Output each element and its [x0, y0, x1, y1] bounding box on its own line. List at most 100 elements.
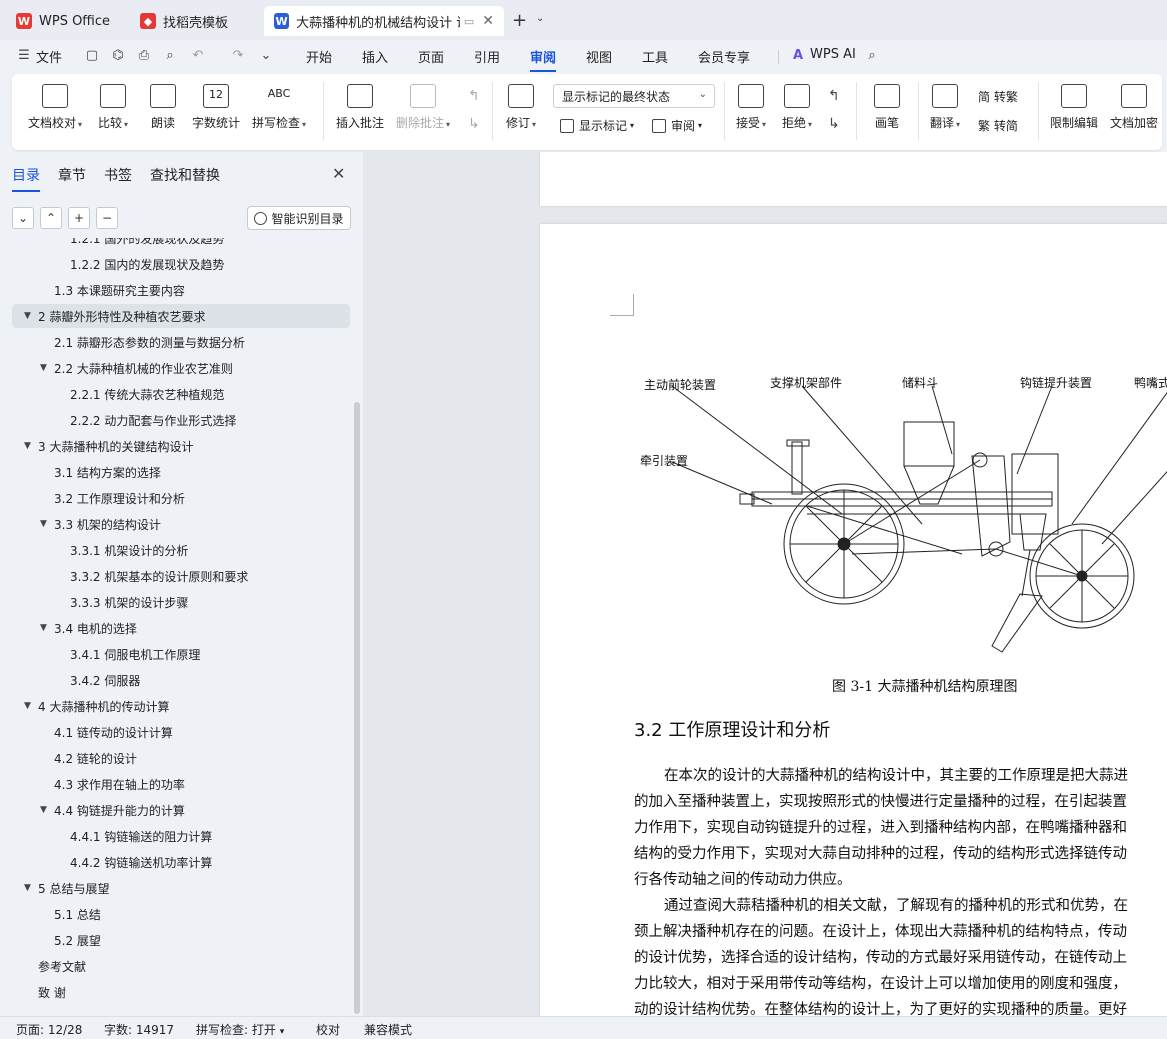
toc-item[interactable]: 5.2 展望: [12, 928, 350, 952]
expand-arrow-icon[interactable]: ▼: [40, 805, 47, 815]
restrict-edit-button[interactable]: 限制编辑: [1050, 84, 1098, 131]
reject-button[interactable]: 拒绝 ▾: [782, 84, 812, 131]
menu-reference[interactable]: 引用: [474, 47, 500, 66]
toc-item[interactable]: 1.2.2 国内的发展现状及趋势: [12, 252, 350, 276]
remove-heading-button[interactable]: −: [96, 207, 118, 229]
toc-item[interactable]: ▼ 4.4 钩链提升能力的计算: [12, 798, 350, 822]
toc-item[interactable]: ▼ 2.2 大蒜种植机械的作业农艺准则: [12, 356, 350, 380]
page-indicator[interactable]: 页面: 12/28: [16, 1021, 82, 1038]
hamburger-icon[interactable]: ☰: [16, 48, 32, 64]
next-comment-icon[interactable]: ↳: [468, 116, 480, 132]
menu-tools[interactable]: 工具: [642, 47, 668, 66]
share-icon[interactable]: ⌬: [110, 48, 126, 64]
toc-item[interactable]: ▼ 3.3 机架的结构设计: [12, 512, 350, 536]
toc-item[interactable]: 2.2.1 传统大蒜农艺种植规范: [12, 382, 350, 406]
read-aloud-button[interactable]: 朗读: [150, 84, 176, 131]
redo-icon[interactable]: ↷: [230, 48, 246, 64]
review-pane-button[interactable]: 审阅 ▾: [652, 117, 702, 134]
toc-item[interactable]: ▼ 3 大蒜播种机的关键结构设计: [12, 434, 350, 458]
delete-comment-button[interactable]: 删除批注 ▾: [396, 84, 450, 131]
toc-item[interactable]: 1.3 本课题研究主要内容: [12, 278, 350, 302]
expand-arrow-icon[interactable]: ▼: [24, 441, 31, 451]
tab-docer[interactable]: ◆ 找稻壳模板: [130, 6, 258, 36]
close-icon[interactable]: ✕: [332, 164, 345, 183]
expand-arrow-icon[interactable]: ▼: [24, 701, 31, 711]
pen-button[interactable]: 画笔: [874, 84, 900, 131]
insert-comment-button[interactable]: 插入批注: [336, 84, 384, 131]
close-tab-icon[interactable]: ✕: [482, 13, 494, 29]
tab-chapters[interactable]: 章节: [58, 165, 86, 185]
prev-comment-icon[interactable]: ↰: [468, 88, 480, 104]
menu-view[interactable]: 视图: [586, 47, 612, 66]
add-heading-button[interactable]: +: [68, 207, 90, 229]
to-simplified-button[interactable]: 繁 转简: [978, 117, 1018, 134]
toc-item[interactable]: 4.4.1 钩链输送的阻力计算: [12, 824, 350, 848]
toc-item[interactable]: 2.2.2 动力配套与作业形式选择: [12, 408, 350, 432]
scrollbar[interactable]: [354, 402, 360, 1014]
chevron-down-icon[interactable]: ⌄: [536, 13, 544, 24]
menu-insert[interactable]: 插入: [362, 47, 388, 66]
to-traditional-button[interactable]: 简 转繁: [978, 88, 1018, 105]
tab-bookmarks[interactable]: 书签: [104, 165, 132, 185]
spell-check-indicator[interactable]: 拼写检查: 打开 ▾: [196, 1021, 284, 1038]
toc-item[interactable]: 参考文献: [12, 954, 350, 978]
next-change-icon[interactable]: ↳: [828, 116, 840, 132]
tab-find-replace[interactable]: 查找和替换: [150, 165, 220, 185]
toc-item[interactable]: 4.3 求作用在轴上的功率: [12, 772, 350, 796]
show-markup-button[interactable]: 显示标记 ▾: [560, 117, 634, 134]
toc-item[interactable]: 5.1 总结: [12, 902, 350, 926]
word-count-indicator[interactable]: 字数: 14917: [104, 1021, 174, 1038]
toc-item[interactable]: ▼ 2 蒜瓣外形特性及种植农艺要求: [12, 304, 350, 328]
toc-item[interactable]: ▼ 3.4 电机的选择: [12, 616, 350, 640]
doc-check-button[interactable]: 文档校对 ▾: [28, 84, 82, 131]
toc-item[interactable]: 3.4.1 伺服电机工作原理: [12, 642, 350, 666]
spell-check-button[interactable]: ABC 拼写检查 ▾: [252, 84, 306, 131]
tab-toc[interactable]: 目录: [12, 165, 40, 192]
document-page[interactable]: 主动前轮装置 支撑机架部件 储料斗 钩链提升装置 鸭嘴式定 牵引装置 后 图 3…: [540, 224, 1167, 1016]
proof-indicator[interactable]: 校对: [316, 1021, 340, 1038]
expand-arrow-icon[interactable]: ▼: [24, 311, 31, 321]
new-tab-icon[interactable]: +: [512, 10, 527, 31]
toc-item[interactable]: 3.3.1 机架设计的分析: [12, 538, 350, 562]
menu-review[interactable]: 审阅: [530, 47, 557, 72]
tab-document[interactable]: W 大蒜播种机的机械结构设计 说 ▭ ✕: [264, 6, 504, 36]
markup-state-select[interactable]: 显示标记的最终状态 ⌄: [553, 84, 715, 108]
menu-wps-ai[interactable]: WPS AI: [810, 47, 856, 62]
toc-item[interactable]: 1.2.1 国外的发展现状及趋势: [12, 238, 350, 250]
save-icon[interactable]: ▢: [84, 48, 100, 64]
search-icon[interactable]: ⌕: [864, 48, 880, 64]
accept-button[interactable]: 接受 ▾: [736, 84, 766, 131]
menu-member[interactable]: 会员专享: [698, 47, 750, 66]
toc-item[interactable]: 3.3.2 机架基本的设计原则和要求: [12, 564, 350, 588]
expand-arrow-icon[interactable]: ▼: [40, 519, 47, 529]
compare-button[interactable]: 比较 ▾: [98, 84, 128, 131]
toc-item[interactable]: 4.1 链传动的设计计算: [12, 720, 350, 744]
expand-up-button[interactable]: ⌃: [40, 207, 62, 229]
print-icon[interactable]: ⎙: [136, 48, 152, 64]
expand-arrow-icon[interactable]: ▼: [24, 883, 31, 893]
encrypt-button[interactable]: 文档加密: [1110, 84, 1158, 131]
menu-home[interactable]: 开始: [306, 47, 332, 66]
prev-change-icon[interactable]: ↰: [828, 88, 840, 104]
menu-page[interactable]: 页面: [418, 47, 444, 66]
toc-item[interactable]: 3.3.3 机架的设计步骤: [12, 590, 350, 614]
collapse-button[interactable]: ⌄: [12, 207, 34, 229]
expand-arrow-icon[interactable]: ▼: [40, 363, 47, 373]
word-count-button[interactable]: 12 字数统计: [192, 84, 240, 131]
expand-arrow-icon[interactable]: ▼: [40, 623, 47, 633]
toc-item[interactable]: 4.2 链轮的设计: [12, 746, 350, 770]
smart-toc-button[interactable]: 智能识别目录: [247, 206, 351, 230]
toc-item[interactable]: 2.1 蒜瓣形态参数的测量与数据分析: [12, 330, 350, 354]
menu-file[interactable]: 文件: [36, 47, 62, 66]
toc-item[interactable]: 4.4.2 钩链输送机功率计算: [12, 850, 350, 874]
print-preview-icon[interactable]: ⌕: [162, 48, 178, 64]
toc-item[interactable]: 致 谢: [12, 980, 350, 1004]
more-icon[interactable]: ⌄: [258, 48, 274, 64]
toc-item[interactable]: ▼ 4 大蒜播种机的传动计算: [12, 694, 350, 718]
tab-wps-office[interactable]: W WPS Office: [6, 6, 124, 36]
toc-item[interactable]: 3.2 工作原理设计和分析: [12, 486, 350, 510]
toc-item[interactable]: 3.4.2 伺服器: [12, 668, 350, 692]
translate-button[interactable]: 翻译 ▾: [930, 84, 960, 131]
undo-icon[interactable]: ↶: [190, 48, 206, 64]
track-changes-button[interactable]: 修订 ▾: [506, 84, 536, 131]
